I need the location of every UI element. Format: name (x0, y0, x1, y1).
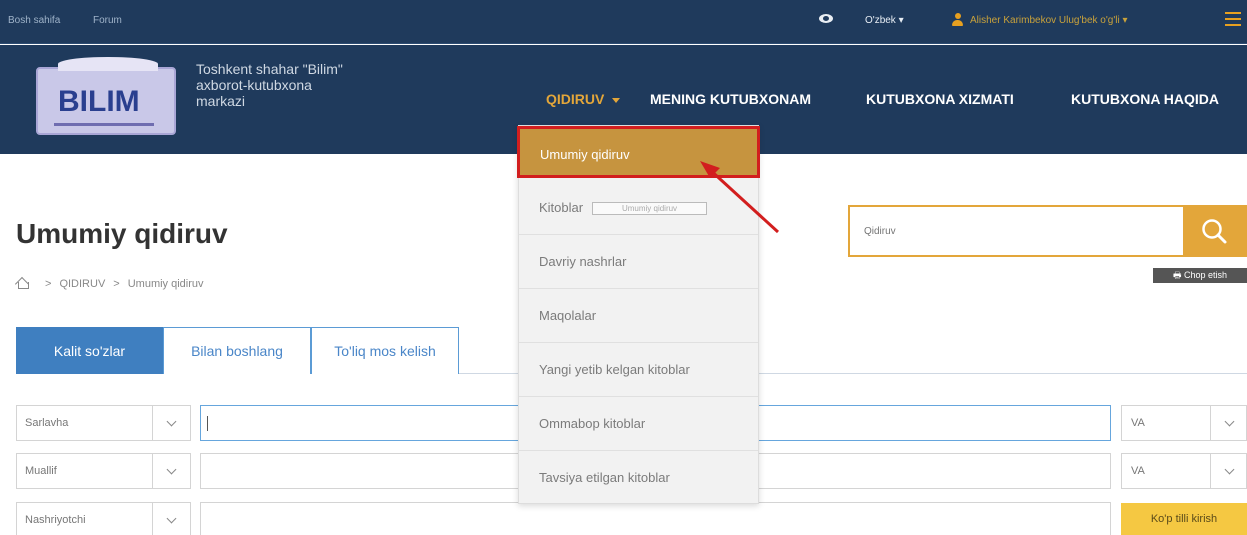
forum-link[interactable]: Forum (93, 15, 122, 26)
org-name: Toshkent shahar "Bilim" axborot-kutubxon… (196, 61, 343, 109)
chevron-down-icon (166, 513, 177, 524)
home-icon[interactable] (16, 276, 29, 289)
operator-select-2[interactable]: VA (1121, 453, 1247, 489)
logo[interactable]: BILIM (28, 53, 178, 139)
breadcrumb-current: Umumiy qidiruv (127, 278, 204, 290)
dropdown-item-yangi-kitoblar[interactable]: Yangi yetib kelgan kitoblar (519, 343, 758, 397)
qidiruv-dropdown: Umumiy qidiruv Kitoblar Davriy nashrlar … (517, 125, 760, 505)
tab-toliq-mos-kelish[interactable]: To'liq mos kelish (311, 327, 459, 374)
home-link[interactable]: Bosh sahifa (8, 15, 60, 26)
dropdown-item-tavsiya-kitoblar[interactable]: Tavsiya etilgan kitoblar (519, 451, 758, 505)
search-icon (1202, 219, 1227, 244)
top-bar: Bosh sahifa Forum O'zbek ▾ Alisher Karim… (0, 0, 1247, 44)
nav-kutubxona-haqida[interactable]: KUTUBXONA HAQIDA (1071, 91, 1219, 107)
user-icon (952, 13, 963, 27)
hamburger-icon[interactable] (1225, 12, 1241, 26)
dropdown-item-davriy-nashrlar[interactable]: Davriy nashrlar (519, 235, 758, 289)
print-icon: 🖶 (1172, 270, 1184, 280)
search-input[interactable] (850, 207, 1183, 255)
field-select-2[interactable]: Muallif (16, 453, 191, 489)
search-button[interactable] (1185, 205, 1247, 257)
nav-qidiruv[interactable]: QIDIRUV (546, 91, 621, 107)
tab-kalit-sozlar[interactable]: Kalit so'zlar (16, 327, 163, 374)
operator-select-1[interactable]: VA (1121, 405, 1247, 441)
dropdown-item-maqolalar[interactable]: Maqolalar (519, 289, 758, 343)
text-cursor (207, 416, 208, 431)
chevron-down-icon (1224, 416, 1235, 427)
language-select[interactable]: O'zbek ▾ (865, 15, 904, 26)
chevron-down-icon (166, 464, 177, 475)
search-term-input-3[interactable] (200, 502, 1111, 535)
eye-icon[interactable] (819, 14, 833, 23)
user-menu[interactable]: Alisher Karimbekov Ulug'bek o'g'li ▾ (970, 15, 1127, 26)
field-select-3[interactable]: Nashriyotchi (16, 502, 191, 535)
dropdown-item-umumiy-qidiruv[interactable]: Umumiy qidiruv (517, 126, 760, 178)
tab-bilan-boshlang[interactable]: Bilan boshlang (163, 327, 311, 374)
nav-mening-kutubxonam[interactable]: MENING KUTUBXONAM (650, 91, 811, 107)
nav-kutubxona-xizmati[interactable]: KUTUBXONA XIZMATI (866, 91, 1014, 107)
dropdown-item-ommabop-kitoblar[interactable]: Ommabop kitoblar (519, 397, 758, 451)
breadcrumb-qidiruv[interactable]: QIDIRUV (59, 278, 105, 290)
caret-down-icon (612, 97, 621, 103)
breadcrumb: > QIDIRUV > Umumiy qidiruv (16, 276, 204, 290)
chevron-down-icon (1224, 464, 1235, 475)
search-box (848, 205, 1185, 257)
multi-language-input-button[interactable]: Ko'p tilli kirish (1121, 503, 1247, 535)
chevron-down-icon (166, 416, 177, 427)
print-button[interactable]: 🖶 Chop etish (1153, 268, 1247, 283)
page-title: Umumiy qidiruv (16, 218, 228, 249)
tooltip: Umumiy qidiruv (592, 202, 707, 215)
field-select-1[interactable]: Sarlavha (16, 405, 191, 441)
logo-text: BILIM (58, 85, 140, 118)
